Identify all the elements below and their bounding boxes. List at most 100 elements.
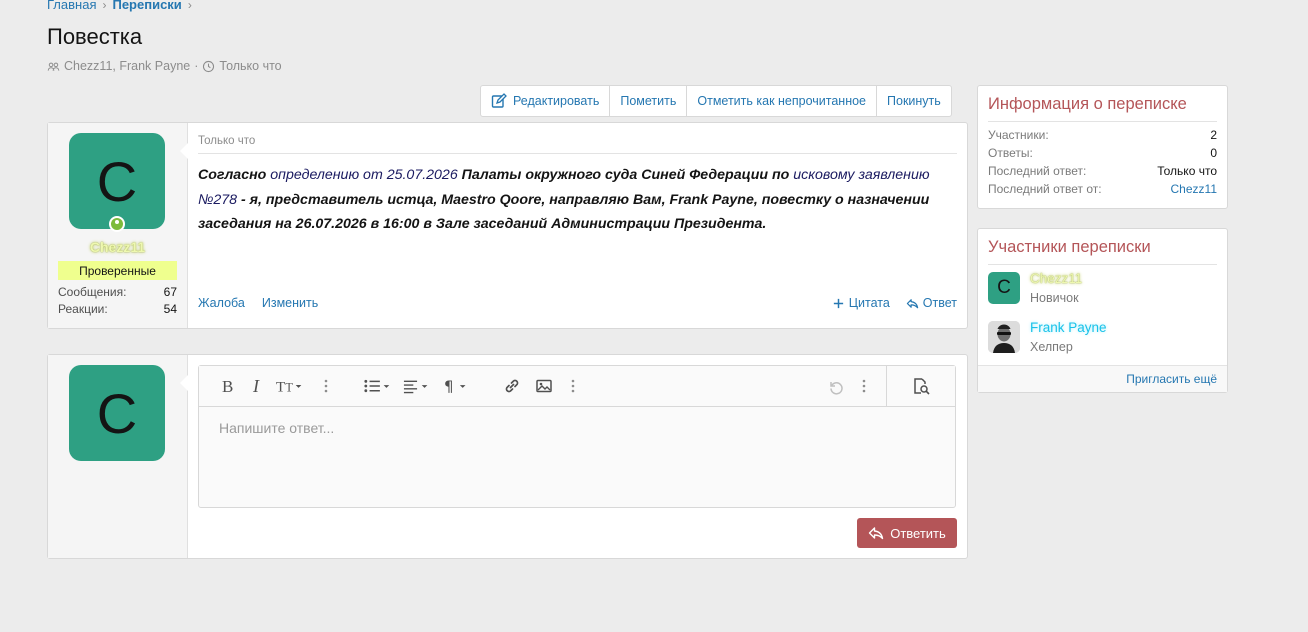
- edit-conversation-label: Редактировать: [513, 94, 600, 108]
- image-button[interactable]: [535, 376, 553, 396]
- leave-button[interactable]: Покинуть: [877, 86, 951, 116]
- users-icon: [47, 62, 60, 71]
- edit-message-link[interactable]: Изменить: [262, 296, 318, 310]
- conversation-meta: Chezz11, Frank Payne · Только что: [47, 59, 282, 73]
- divider: [198, 153, 957, 154]
- reply-input[interactable]: Напишите ответ...: [219, 420, 334, 436]
- info-row: Последний ответ: Только что: [988, 164, 1217, 182]
- chevron-right-icon: ›: [102, 0, 107, 12]
- breadcrumb: Главная › Переписки ›: [47, 0, 192, 12]
- breadcrumb-conversations[interactable]: Переписки: [112, 0, 181, 12]
- participant-role: Хелпер: [1030, 340, 1073, 354]
- info-panel-title: Информация о переписке: [988, 95, 1187, 113]
- italic-button[interactable]: I: [249, 376, 267, 396]
- info-label: Последний ответ:: [988, 164, 1087, 178]
- preview-button[interactable]: [886, 366, 955, 406]
- online-status-icon: [109, 216, 125, 232]
- message-block: C Chezz11 Проверенные Сообщения: 67 Реак…: [47, 122, 968, 329]
- preview-icon: [914, 378, 930, 395]
- stat-row: Сообщения: 67: [58, 285, 177, 302]
- bold-button[interactable]: B: [219, 376, 237, 396]
- message-date[interactable]: Только что: [198, 135, 255, 147]
- paragraph-icon: ¶: [444, 378, 466, 395]
- meta-separator: ·: [194, 59, 199, 73]
- info-row: Участники: 2: [988, 128, 1217, 146]
- link-button[interactable]: [503, 376, 521, 396]
- editor-toolbar: B I TT ¶: [199, 366, 955, 407]
- svg-text:T: T: [285, 381, 293, 395]
- quote-button[interactable]: Цитата: [832, 296, 890, 310]
- edit-icon: [491, 93, 507, 108]
- participants-panel: Участники переписки C Chezz11 Новичок Fr…: [977, 228, 1228, 393]
- message-text: Согласно определению от 25.07.2026 Палат…: [198, 163, 957, 237]
- mark-unread-button[interactable]: Отметить как непрочитанное: [687, 86, 878, 116]
- align-button[interactable]: [403, 376, 433, 396]
- message-arrow: [180, 143, 188, 159]
- divider: [988, 264, 1217, 265]
- conversation-toolbar: Редактировать Пометить Отметить как непр…: [480, 85, 952, 117]
- text-size-button[interactable]: TT: [275, 376, 307, 396]
- reply-arrow: [180, 375, 188, 391]
- stat-value: 54: [163, 302, 177, 316]
- reply-submit-button[interactable]: Ответить: [857, 518, 957, 548]
- more-options-icon[interactable]: [317, 376, 335, 396]
- avatar[interactable]: C: [988, 272, 1020, 304]
- ruling-link[interactable]: определению от 25.07.2026: [270, 167, 457, 183]
- more-options-icon[interactable]: [564, 376, 582, 396]
- breadcrumb-home[interactable]: Главная: [47, 0, 96, 12]
- undo-button[interactable]: [827, 376, 845, 396]
- bold-icon: B: [222, 377, 233, 395]
- stat-label: Сообщения:: [58, 285, 127, 299]
- italic-icon: I: [252, 377, 260, 395]
- participants-panel-title: Участники переписки: [988, 238, 1151, 256]
- list-button[interactable]: [363, 376, 393, 396]
- reply-user-column: C: [48, 355, 188, 558]
- image-icon: [536, 379, 552, 393]
- undo-icon: [830, 382, 843, 395]
- message-text-part: Палаты окружного суда Синей Федерации по: [457, 167, 794, 183]
- reply-icon: [869, 527, 884, 540]
- info-label: Участники:: [988, 128, 1049, 142]
- link-icon: [505, 379, 519, 393]
- invite-more-link[interactable]: Пригласить ещё: [978, 365, 1227, 392]
- message-text-part: - я, представитель истца, Maestro Qoore,…: [198, 191, 930, 233]
- more-options-icon[interactable]: [855, 376, 873, 396]
- info-value: Только что: [1157, 164, 1217, 178]
- mark-button[interactable]: Пометить: [610, 86, 688, 116]
- reply-label: Ответ: [922, 296, 957, 310]
- svg-text:I: I: [252, 377, 260, 395]
- quote-label: Цитата: [848, 296, 890, 310]
- message-body: Только что Согласно определению от 25.07…: [180, 123, 967, 328]
- message-actions-left: Жалоба Изменить: [198, 296, 318, 310]
- text-size-icon: TT: [276, 380, 302, 395]
- last-reply-user-link[interactable]: Chezz11: [1171, 182, 1217, 200]
- svg-text:¶: ¶: [444, 378, 454, 395]
- conversation-time: Только что: [219, 59, 282, 73]
- participants-list[interactable]: Chezz11, Frank Payne: [64, 59, 190, 73]
- chevron-right-icon: ›: [187, 0, 192, 12]
- svg-text:T: T: [276, 380, 285, 395]
- clock-icon: [203, 60, 215, 72]
- participant-name[interactable]: Chezz11: [1030, 271, 1082, 286]
- avatar[interactable]: C: [69, 133, 165, 229]
- info-row: Ответы: 0: [988, 146, 1217, 164]
- stat-label: Реакции:: [58, 302, 108, 316]
- user-title-badge: Проверенные: [58, 261, 177, 280]
- info-value: 0: [1210, 146, 1217, 160]
- plus-icon: [833, 298, 843, 308]
- reply-submit-label: Ответить: [890, 525, 946, 541]
- reply-body: B I TT ¶ Напишите ответ... Ответить: [180, 355, 967, 558]
- avatar[interactable]: C: [69, 365, 165, 461]
- info-row: Последний ответ от: Chezz11: [988, 182, 1217, 200]
- report-link[interactable]: Жалоба: [198, 296, 245, 310]
- info-value: 2: [1210, 128, 1217, 142]
- info-rows: Участники: 2 Ответы: 0 Последний ответ: Тол…: [978, 122, 1227, 200]
- message-author[interactable]: Chezz11: [48, 239, 187, 255]
- participant-name[interactable]: Frank Payne: [1030, 320, 1107, 335]
- edit-conversation-button[interactable]: Редактировать: [481, 86, 611, 116]
- paragraph-button[interactable]: ¶: [443, 376, 473, 396]
- participant-role: Новичок: [1030, 291, 1079, 305]
- reply-link[interactable]: Ответ: [906, 296, 957, 310]
- avatar[interactable]: [988, 321, 1020, 353]
- align-left-icon: [403, 380, 428, 394]
